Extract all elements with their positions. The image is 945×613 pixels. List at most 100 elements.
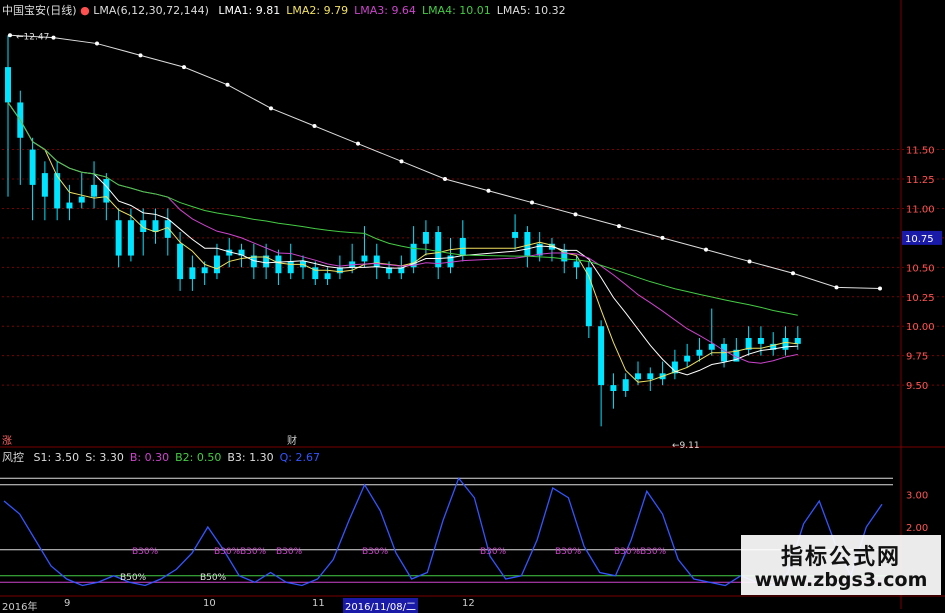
price-tick-label: 10.25 xyxy=(906,293,935,304)
lma5-dot xyxy=(747,259,752,264)
lma5-dot xyxy=(8,33,12,38)
sub-indicator-4: B2: 0.50 xyxy=(175,451,222,464)
lma5-dot xyxy=(269,106,273,111)
price-tick-label: 10.50 xyxy=(906,263,935,274)
candle-body xyxy=(5,67,11,103)
lma5-dot xyxy=(312,124,317,128)
b50-label: B50% xyxy=(120,573,147,583)
lma5-dot xyxy=(573,212,578,217)
indicator-name: 风控 xyxy=(2,451,24,464)
lma-label-5: LMA5: 10.32 xyxy=(496,4,566,17)
candle-body xyxy=(422,232,429,244)
candle-body xyxy=(684,355,691,362)
current-price-label: 10.75 xyxy=(905,234,934,245)
watermark-url: www.zbgs3.com xyxy=(754,569,928,591)
lma-definition: LMA(6,12,30,72,144) xyxy=(93,4,209,17)
lma5-dot xyxy=(704,247,708,252)
candle-body xyxy=(696,349,703,356)
lma5-dot xyxy=(443,177,447,181)
b30-label: B30% xyxy=(480,547,507,557)
b30-label: B30% xyxy=(276,547,303,557)
candle-body xyxy=(794,338,801,344)
lma5-dot xyxy=(834,285,839,290)
sub-indicator-5: B3: 1.30 xyxy=(227,451,274,464)
price-tick-label: 10.00 xyxy=(906,322,935,333)
b30-label: B30% xyxy=(555,547,582,557)
candle-body xyxy=(647,373,654,380)
b30-label: B30% xyxy=(240,547,267,557)
ma-line-purple xyxy=(7,102,798,364)
sub-indicator-2: S: 3.30 xyxy=(85,451,124,464)
candle-body xyxy=(275,255,282,274)
x-axis-label: 12 xyxy=(462,598,475,609)
x-axis-label: 11 xyxy=(312,598,325,609)
lma-label-4: LMA4: 10.01 xyxy=(421,4,491,17)
candle-body xyxy=(757,338,764,344)
candle-body xyxy=(152,220,159,232)
stock-name: 中国宝安(日线) xyxy=(2,4,77,17)
candle-body xyxy=(610,385,617,391)
candle-body xyxy=(782,338,789,350)
lma-label-2: LMA2: 9.79 xyxy=(286,4,349,17)
b30-label: B30% xyxy=(640,547,667,557)
lma-label-1: LMA1: 9.81 xyxy=(218,4,281,17)
lma5-dot xyxy=(486,188,491,193)
lma5-dot xyxy=(182,65,186,70)
sub-indicator-6: Q: 2.67 xyxy=(279,451,320,464)
lma5-dot xyxy=(356,141,360,146)
candle-body xyxy=(324,273,331,280)
candle-body xyxy=(598,326,605,386)
x-axis-label: 2016年 xyxy=(2,602,38,613)
sub-tick-label: 3.00 xyxy=(906,491,928,502)
x-axis-label: 10 xyxy=(203,598,216,609)
candle-body xyxy=(435,232,442,268)
candle-body xyxy=(41,173,48,197)
candle-body xyxy=(91,184,98,197)
b30-label: B30% xyxy=(214,547,241,557)
candle-body xyxy=(635,373,641,380)
b30-label: B30% xyxy=(614,547,641,557)
sub-legend: 风控 S1: 3.50 S: 3.30 B: 0.30 B2: 0.50 B3: 1.3… xyxy=(2,451,320,465)
high-label: ←12.47 xyxy=(16,32,49,42)
lma5-dot xyxy=(530,200,534,205)
sub-tick-label: 2.00 xyxy=(906,523,928,534)
candle-body xyxy=(201,267,208,274)
lma5-dot xyxy=(95,41,99,46)
candle-body xyxy=(524,232,531,256)
candle-body xyxy=(213,255,220,274)
lma-label-3: LMA3: 9.64 xyxy=(354,4,416,17)
lma5-dot xyxy=(660,235,665,240)
candle-body xyxy=(373,255,380,268)
main-legend: 中国宝安(日线) ● LMA(6,12,30,72,144) LMA1: 9.8… xyxy=(2,4,566,18)
lma5-dot xyxy=(791,271,795,276)
candle-body xyxy=(189,267,196,280)
sub-indicator-1: S1: 3.50 xyxy=(33,451,80,464)
candle-body xyxy=(512,232,519,238)
ma-line-white xyxy=(7,102,798,376)
candle-body xyxy=(127,220,134,256)
mark-mid: 财 xyxy=(287,436,297,447)
lma5-dot xyxy=(225,82,230,87)
candle-body xyxy=(361,255,368,262)
stock-chart[interactable]: 11.50 11.25 11.00 10.75 10.50 10.25 10.00 9.75 9… xyxy=(0,0,945,609)
lma5-dot xyxy=(138,53,143,58)
price-tick-label: 11.00 xyxy=(906,204,935,215)
x-axis-label: 2016/11/08/二 xyxy=(343,598,419,613)
low-label: ←9.11 xyxy=(672,441,700,451)
lma5-dot xyxy=(399,159,404,164)
watermark-title: 指标公式网 xyxy=(780,545,901,570)
candle-body xyxy=(78,196,85,203)
lma5-dot xyxy=(51,35,56,40)
x-axis-label: 9 xyxy=(64,598,71,609)
price-tick-label: 11.25 xyxy=(906,175,935,186)
b50-label: B50% xyxy=(200,573,227,583)
candle-body xyxy=(459,237,466,256)
candle-body xyxy=(622,379,629,391)
mark-left: 涨 xyxy=(2,436,12,447)
lock-icon[interactable]: ● xyxy=(80,4,90,17)
watermark: 指标公式网 www.zbgs3.com xyxy=(741,535,941,595)
candle-body xyxy=(164,220,171,238)
price-tick-label: 11.50 xyxy=(906,146,935,157)
lma5-dot xyxy=(878,286,882,291)
sub-indicator-3: B: 0.30 xyxy=(129,451,170,464)
